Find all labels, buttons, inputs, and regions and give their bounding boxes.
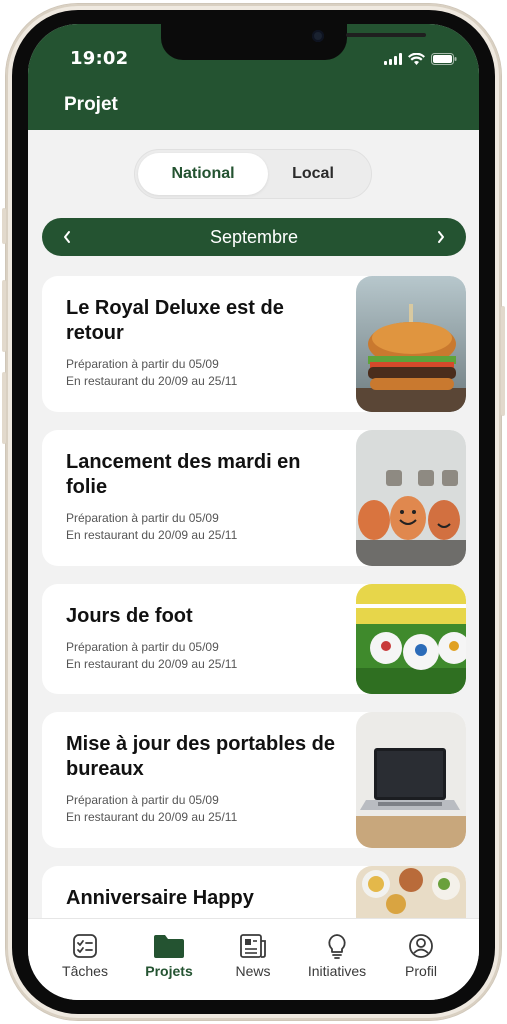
project-title: Le Royal Deluxe est de retour — [66, 297, 284, 344]
laptop-image — [356, 712, 466, 848]
tab-profil[interactable]: Profil — [381, 933, 461, 979]
month-selector: Septembre — [42, 218, 466, 256]
month-label: Septembre — [209, 226, 299, 247]
tab-projets[interactable]: Projets — [129, 933, 209, 979]
volume-down-button — [2, 372, 6, 444]
tab-taches[interactable]: Tâches — [45, 933, 125, 979]
tab-news[interactable]: News — [213, 933, 293, 979]
project-restaurant-dates: En restaurant du 20/09 au 25/11 — [66, 528, 238, 542]
project-card[interactable]: Lancement des mardi en folie Préparation… — [42, 430, 466, 566]
tab-label: Projets — [145, 963, 193, 979]
profile-icon — [409, 934, 433, 958]
front-camera — [312, 30, 324, 42]
tab-label: Tâches — [62, 963, 108, 979]
segment-local[interactable]: Local — [248, 153, 378, 195]
party-food-image — [356, 866, 466, 918]
notch — [161, 24, 426, 60]
bottom-tab-bar: Tâches Projets News Initiatives Profil — [28, 918, 479, 1000]
status-icons — [384, 52, 457, 70]
tab-label: Profil — [405, 963, 437, 979]
footballs-image — [356, 584, 466, 694]
chevron-right-icon — [438, 231, 444, 243]
speaker-grille — [346, 33, 426, 37]
wifi-icon — [408, 52, 425, 70]
project-restaurant-dates: En restaurant du 20/09 au 25/11 — [66, 810, 238, 824]
folder-icon — [154, 935, 184, 958]
tab-initiatives[interactable]: Initiatives — [297, 933, 377, 979]
project-title: Lancement des mardi en folie — [66, 451, 301, 498]
project-prep-date: Préparation à partir du 05/09 — [66, 640, 219, 654]
project-title: Mise à jour des portables de bureaux — [66, 733, 335, 780]
status-time: 19:02 — [70, 48, 129, 69]
project-title: Anniversaire Happy — [66, 887, 254, 909]
newspaper-icon — [240, 934, 266, 958]
previous-month-button[interactable] — [48, 218, 86, 256]
battery-icon — [431, 52, 457, 70]
volume-up-button — [2, 280, 6, 352]
project-card[interactable]: Jours de foot Préparation à partir du 05… — [42, 584, 466, 694]
project-restaurant-dates: En restaurant du 20/09 au 25/11 — [66, 374, 238, 388]
project-card[interactable]: Mise à jour des portables de bureaux Pré… — [42, 712, 466, 848]
project-restaurant-dates: En restaurant du 20/09 au 25/11 — [66, 657, 238, 671]
page-title: Projet — [64, 94, 118, 115]
scope-segmented-control: National Local — [134, 149, 372, 199]
tasks-icon — [73, 934, 97, 958]
project-prep-date: Préparation à partir du 05/09 — [66, 793, 219, 807]
project-prep-date: Préparation à partir du 05/09 — [66, 511, 219, 525]
power-button — [501, 306, 505, 416]
lightbulb-icon — [328, 934, 346, 959]
burger-image — [356, 276, 466, 412]
chevron-left-icon — [64, 231, 70, 243]
eggs-image — [356, 430, 466, 566]
project-prep-date: Préparation à partir du 05/09 — [66, 357, 219, 371]
project-title: Jours de foot — [66, 605, 193, 627]
main-content[interactable]: National Local Septembre Le Royal Deluxe… — [28, 130, 479, 918]
silent-switch — [2, 208, 6, 244]
tab-label: News — [235, 963, 271, 979]
project-card[interactable]: Le Royal Deluxe est de retour Préparatio… — [42, 276, 466, 412]
app-screen: 19:02 Projet National Local Septembre Le… — [28, 24, 479, 1000]
tab-label: Initiatives — [307, 963, 367, 979]
project-card[interactable]: Anniversaire Happy — [42, 866, 466, 918]
signal-icon — [384, 52, 402, 70]
next-month-button[interactable] — [422, 218, 460, 256]
